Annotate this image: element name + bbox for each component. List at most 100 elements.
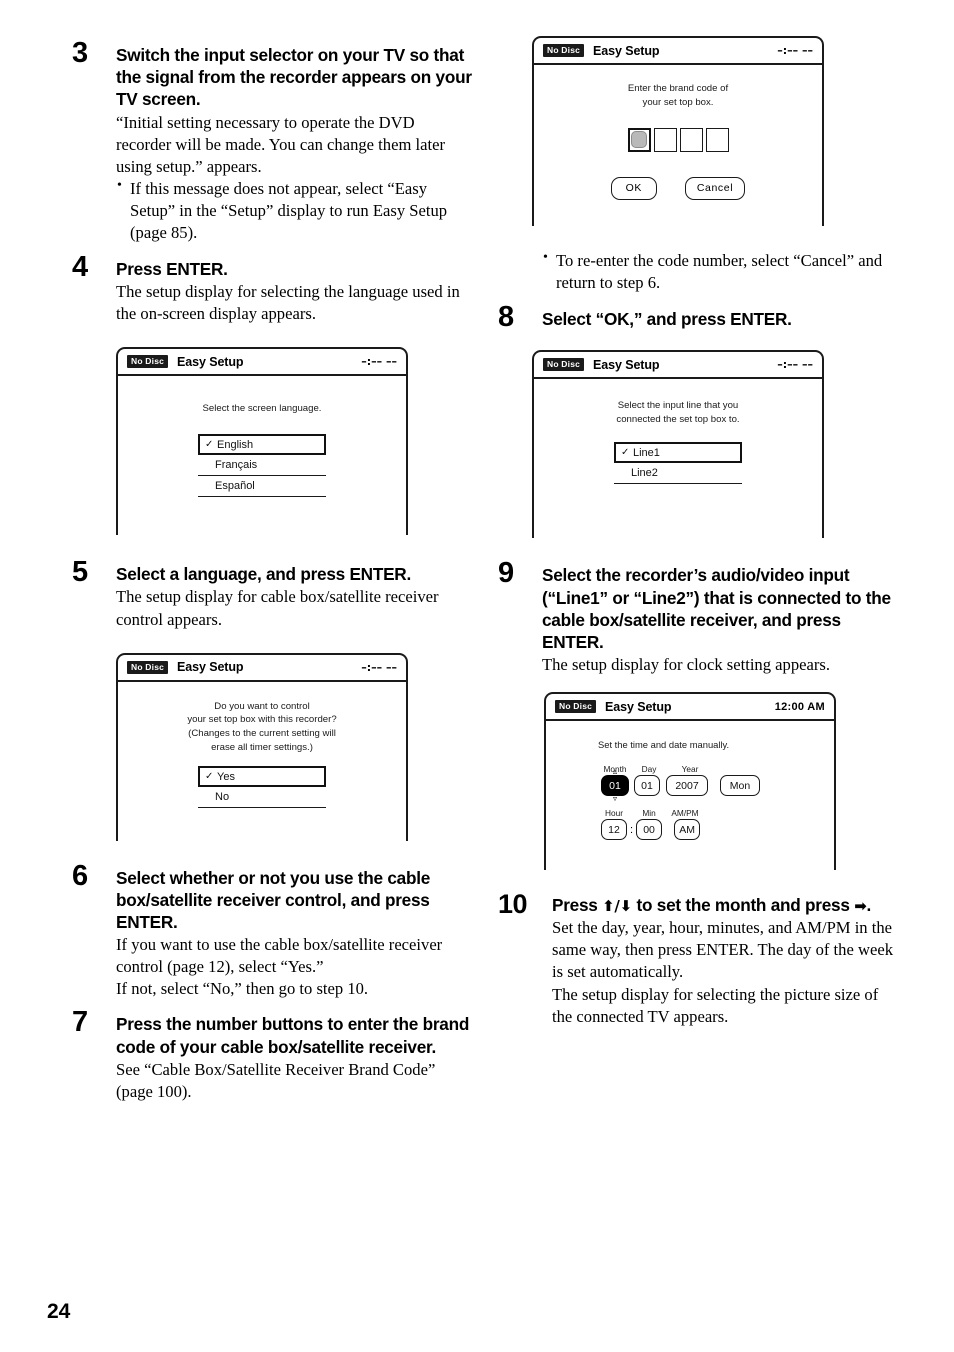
step-4-title: Press ENTER. (116, 258, 228, 279)
brand-code-digit-3[interactable] (679, 127, 703, 152)
step-6-body: If you want to use the cable box/satelli… (116, 934, 472, 1000)
month-value: 01 (609, 779, 621, 792)
menu-item-line2[interactable]: ✓ Line2 (614, 463, 742, 485)
menu-item-francais[interactable]: ✓ Français (198, 455, 326, 477)
figure-message: Select the screen language. (118, 402, 406, 416)
step-9: 9 Select the recorder’s audio/video inpu… (498, 559, 898, 676)
step-8-title: Select “OK,” and press ENTER. (542, 309, 792, 330)
clock-display: –:–– –– (361, 660, 397, 674)
cancel-button[interactable]: Cancel (684, 176, 746, 200)
step-10-title-post: . (866, 895, 872, 916)
figure-body: Do you want to control your set top box … (118, 682, 406, 809)
digit-cursor-highlight (631, 131, 647, 149)
yes-no-menu: ✓ Yes ✓ No (198, 766, 326, 809)
figure-message-line2: connected the set top box to. (616, 414, 740, 426)
step-3-body: “Initial setting necessary to operate th… (116, 112, 472, 244)
clock-instruction: Set the time and date manually. (598, 739, 730, 751)
step-5: 5 Select a language, and press ENTER. Th… (72, 558, 472, 630)
left-column: 3 Switch the input selector on your TV s… (72, 39, 472, 1109)
figure-header: No Disc Easy Setup –:–– –– (118, 655, 406, 682)
label-min: Min (642, 808, 656, 819)
step-6: 6 Select whether or not you use the cabl… (72, 861, 472, 1001)
step-3-bullet: If this message does not appear, select … (116, 177, 472, 244)
step-10-paragraph-2: The setup display for selecting the pict… (552, 984, 879, 1026)
brand-code-digit-1[interactable] (627, 127, 651, 152)
recode-bullet: To re-enter the code number, select “Can… (542, 249, 898, 294)
no-disc-badge: No Disc (555, 700, 597, 714)
hour-value: 12 (608, 823, 620, 836)
figure-message-line4: erase all timer settings.) (211, 742, 313, 754)
step-6-number: 6 (72, 859, 88, 892)
year-field[interactable]: 2007 (666, 775, 708, 797)
step-3-number: 3 (72, 37, 88, 69)
figure-header: No Disc Easy Setup –:–– –– (534, 38, 822, 65)
clock-display: –:–– –– (777, 44, 813, 57)
step-10-title-mid: to set the month and press (631, 895, 855, 916)
ampm-field[interactable]: AM (674, 819, 701, 841)
ampm-value: AM (679, 823, 695, 836)
figure-body: Select the screen language. ✓ English ✓ … (118, 376, 406, 498)
figure-message-line2: your set top box with this recorder? (187, 714, 337, 726)
date-row-group: Month Day Year ▵ 01 ▿ 01 2007 Mon (598, 764, 834, 803)
date-fields: ▵ 01 ▿ 01 2007 Mon (598, 768, 834, 803)
figure-header: No Disc Easy Setup –:–– –– (534, 352, 822, 380)
hour-field[interactable]: 12 (601, 819, 627, 841)
figure-message-line3: (Changes to the current setting will (188, 728, 336, 740)
menu-item-yes[interactable]: ✓ Yes (198, 766, 326, 788)
step-7-paragraph: See “Cable Box/Satellite Receiver Brand … (116, 1059, 436, 1101)
step-4-body: The setup display for selecting the lang… (116, 281, 472, 325)
step-10-title: Press ⬆/⬇ to set the month and press ➡. (552, 894, 898, 916)
menu-item-line1[interactable]: ✓ Line1 (614, 442, 742, 464)
figure-language-select: No Disc Easy Setup –:–– –– Select the sc… (116, 347, 408, 536)
no-disc-badge: No Disc (543, 44, 585, 57)
ok-button[interactable]: OK (610, 176, 657, 200)
time-fields: 12 : 00 AM (598, 819, 834, 841)
day-field[interactable]: 01 (634, 775, 660, 797)
month-field[interactable]: ▵ 01 ▿ (601, 768, 629, 803)
label-hour: Hour (605, 808, 623, 819)
brand-code-digit-4[interactable] (705, 127, 729, 152)
page-number: 24 (47, 1300, 71, 1323)
brand-code-input-row (534, 127, 822, 152)
menu-item-no[interactable]: ✓ No (198, 787, 326, 809)
figure-body: Set the time and date manually. Month Da… (546, 721, 834, 841)
step-10-body: Set the day, year, hour, minutes, and AM… (552, 917, 898, 1027)
step-7-title: Press the number buttons to enter the br… (116, 1014, 470, 1057)
figure-message-line1: Enter the brand code of (627, 83, 729, 94)
menu-item-espanol[interactable]: ✓ Español (198, 476, 326, 498)
weekday-value: Mon (729, 779, 751, 792)
input-line-menu: ✓ Line1 ✓ Line2 (614, 442, 742, 485)
step-10-number: 10 (498, 889, 528, 920)
figure-message-line1: Do you want to control (214, 700, 310, 712)
step-6-paragraph-2: If not, select “No,” then go to step 10. (116, 979, 369, 999)
figure-title: Easy Setup (593, 357, 660, 372)
no-disc-badge: No Disc (127, 660, 169, 674)
figure-message: Select the input line that you connected… (534, 399, 822, 427)
menu-item-english[interactable]: ✓ English (198, 434, 326, 456)
menu-item-label: No (215, 791, 230, 804)
chevron-up-icon: ▵ (612, 767, 618, 777)
step-4-paragraph: The setup display for selecting the lang… (116, 282, 460, 324)
figure-message-line1: Select the input line that you (617, 400, 739, 412)
chevron-down-icon: ▿ (612, 794, 618, 804)
dialog-button-row: OK Cancel (534, 176, 822, 200)
step-9-title: Select the recorder’s audio/video input … (542, 565, 891, 652)
step-4-number: 4 (72, 250, 88, 283)
minute-value: 00 (643, 823, 655, 836)
figure-brand-code: No Disc Easy Setup –:–– –– Enter the bra… (532, 36, 824, 226)
right-column: No Disc Easy Setup –:–– –– Enter the bra… (498, 36, 898, 1034)
check-icon: ✓ (205, 771, 214, 783)
brand-code-digit-2[interactable] (653, 127, 677, 152)
label-ampm: AM/PM (671, 808, 699, 819)
time-labels: Hour Min AM/PM (598, 808, 834, 818)
manual-page: 3 Switch the input selector on your TV s… (0, 0, 954, 1352)
step-9-paragraph: The setup display for clock setting appe… (542, 655, 831, 675)
up-down-arrow-icon: ⬆/⬇ (602, 897, 632, 916)
minute-field[interactable]: 00 (636, 819, 663, 841)
clock-display: –:–– –– (777, 358, 813, 372)
language-menu: ✓ English ✓ Français ✓ Español (198, 434, 326, 498)
recode-note: To re-enter the code number, select “Can… (498, 249, 898, 294)
date-labels: Month Day Year (598, 764, 834, 774)
step-3-paragraph: “Initial setting necessary to operate th… (116, 112, 445, 176)
step-10-title-pre: Press (552, 895, 603, 916)
